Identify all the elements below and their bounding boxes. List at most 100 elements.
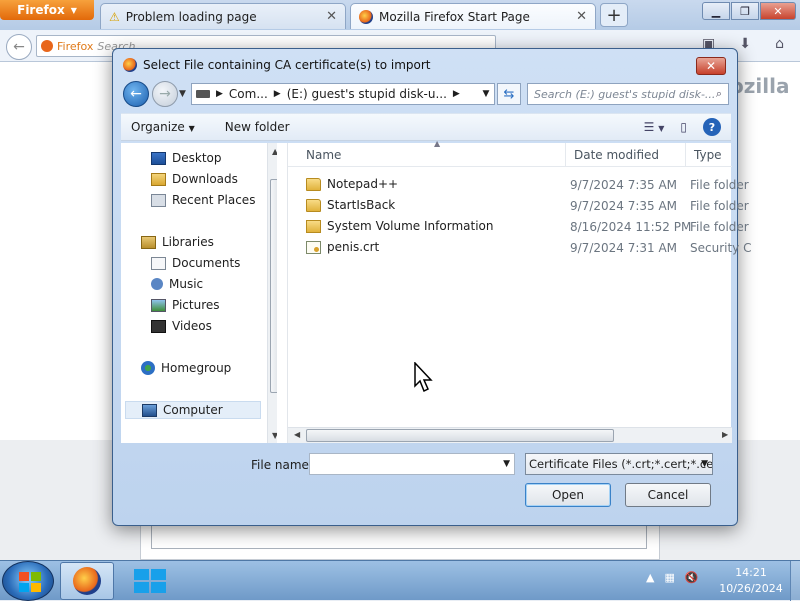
firefox-small-icon [41, 40, 53, 52]
pictures-icon [151, 298, 166, 312]
network-icon[interactable]: ▦ [664, 571, 674, 584]
nav-item-downloads[interactable]: Downloads [151, 170, 238, 188]
address-bar[interactable]: ▶ Com... ▶ (E:) guest's stupid disk-u...… [191, 83, 495, 105]
videos-icon [151, 319, 166, 333]
close-tab-icon[interactable]: ✕ [326, 9, 337, 24]
dialog-body: Desktop Downloads Recent Places Librarie… [121, 139, 751, 443]
firefox-icon [359, 9, 373, 24]
file-row[interactable]: penis.crt 9/7/2024 7:31 AM Security C [298, 238, 751, 258]
arrow-right-icon: → [159, 86, 171, 102]
volume-muted-icon[interactable]: 🔇 [685, 571, 699, 584]
column-header-type[interactable]: Type [686, 143, 746, 167]
nav-item-recent-places[interactable]: Recent Places [151, 191, 255, 209]
breadcrumb-drive[interactable]: (E:) guest's stupid disk-u... [287, 87, 447, 101]
breadcrumb-separator-icon: ▶ [273, 89, 281, 99]
column-header-name[interactable]: Name ▲ [298, 139, 566, 167]
chevron-down-icon: ▼ [70, 5, 77, 15]
file-row[interactable]: System Volume Information 8/16/2024 11:5… [298, 217, 749, 237]
mozilla-logo: ozilla [730, 74, 790, 98]
mouse-cursor-icon [414, 362, 433, 393]
navigation-pane: Desktop Downloads Recent Places Librarie… [121, 143, 277, 443]
chevron-down-icon[interactable]: ▼ [503, 459, 510, 469]
dialog-back-button[interactable]: ← [123, 81, 149, 107]
nav-item-documents[interactable]: Documents [151, 254, 240, 272]
new-tab-button[interactable]: + [600, 3, 628, 27]
nav-label: Desktop [172, 151, 222, 165]
tab-problem-loading[interactable]: ⚠ Problem loading page ✕ [100, 3, 346, 29]
nav-item-homegroup[interactable]: Homegroup [141, 359, 231, 377]
horizontal-scrollbar-thumb[interactable] [306, 429, 614, 442]
file-type-select[interactable]: Certificate Files (*.crt;*.cert;*.ce ▼ [525, 453, 713, 475]
refresh-button[interactable]: ⇆ [497, 83, 521, 105]
nav-item-videos[interactable]: Videos [151, 317, 212, 335]
search-input[interactable]: Search (E:) guest's stupid disk-... ⌕ [527, 83, 729, 105]
horizontal-scrollbar[interactable]: ◀ ▶ [288, 427, 732, 443]
locked-folder-icon [306, 219, 321, 233]
close-tab-icon[interactable]: ✕ [576, 9, 587, 24]
cancel-button[interactable]: Cancel [625, 483, 711, 507]
nav-item-computer[interactable]: Computer [125, 401, 261, 419]
dialog-toolbar: Organize ▼ New folder ☰ ▼ ▯ ? [121, 113, 731, 141]
tray-expand-icon[interactable]: ▲ [646, 571, 654, 584]
new-folder-button[interactable]: New folder [225, 120, 290, 134]
file-name: System Volume Information [327, 219, 494, 233]
nav-item-desktop[interactable]: Desktop [151, 149, 222, 167]
nav-scrollbar-thumb[interactable] [270, 179, 277, 393]
nav-item-music[interactable]: Music [151, 275, 203, 293]
firefox-menu-button[interactable]: Firefox ▼ [0, 0, 94, 20]
scroll-up-icon[interactable]: ▲ [272, 147, 277, 156]
open-button[interactable]: Open [525, 483, 611, 507]
dialog-forward-button[interactable]: → [152, 81, 178, 107]
nav-label: Downloads [172, 172, 238, 186]
close-icon: ✕ [705, 59, 717, 73]
maximize-button[interactable]: ❐ [731, 2, 759, 20]
search-icon: ⌕ [715, 87, 722, 100]
tab-start-page[interactable]: Mozilla Firefox Start Page ✕ [350, 3, 596, 29]
filename-input[interactable]: ▼ [309, 453, 515, 475]
tab-title: Problem loading page [125, 9, 257, 24]
close-window-button[interactable]: ✕ [760, 2, 796, 20]
recent-locations-dropdown[interactable]: ▼ [179, 89, 186, 99]
homegroup-icon [141, 361, 155, 375]
computer-icon [142, 403, 157, 417]
taskbar-clock[interactable]: 14:21 10/26/2024 [716, 565, 786, 597]
file-row[interactable]: Notepad++ 9/7/2024 7:35 AM File folder [298, 175, 749, 195]
arrow-left-icon: ← [130, 86, 142, 102]
dialog-close-button[interactable]: ✕ [696, 57, 726, 75]
column-header-date[interactable]: Date modified [566, 143, 686, 167]
breadcrumb-computer[interactable]: Com... [229, 87, 268, 101]
scroll-right-icon[interactable]: ▶ [722, 430, 728, 439]
show-desktop-button[interactable] [790, 561, 800, 601]
home-icon[interactable]: ⌂ [775, 36, 784, 56]
minimize-button[interactable]: ▁ [702, 2, 730, 20]
file-type: File folder [690, 178, 749, 192]
folder-icon [306, 177, 321, 191]
taskbar-firefox-button[interactable] [60, 562, 114, 600]
nav-label: Music [169, 277, 204, 291]
clock-date: 10/26/2024 [719, 582, 783, 595]
nav-label: Documents [172, 256, 241, 270]
organize-button[interactable]: Organize ▼ [131, 120, 195, 134]
help-icon[interactable]: ? [703, 118, 721, 136]
file-row[interactable]: StartIsBack 9/7/2024 7:35 AM File folder [298, 196, 749, 216]
preview-pane-icon[interactable]: ▯ [680, 120, 687, 134]
nav-item-pictures[interactable]: Pictures [151, 296, 220, 314]
nav-item-libraries[interactable]: Libraries [141, 233, 214, 251]
back-button[interactable]: ← [6, 34, 32, 60]
warning-icon: ⚠ [109, 9, 120, 24]
chevron-down-icon[interactable]: ▼ [478, 89, 494, 99]
scroll-left-icon[interactable]: ◀ [294, 430, 300, 439]
breadcrumb-separator-icon: ▶ [216, 89, 223, 99]
scroll-down-icon[interactable]: ▼ [272, 431, 277, 440]
nav-label: Computer [163, 403, 223, 417]
restore-icon: ❐ [740, 4, 750, 18]
view-options-button[interactable]: ☰ ▼ [644, 120, 665, 134]
sort-ascending-icon: ▲ [434, 139, 441, 148]
breadcrumb-separator-icon: ▶ [452, 89, 460, 99]
taskbar-windows-tiles-icon[interactable] [134, 569, 166, 593]
start-button[interactable] [2, 561, 54, 601]
chevron-down-icon: ▼ [701, 459, 708, 469]
nav-scrollbar[interactable]: ▲ ▼ [267, 143, 277, 443]
download-icon[interactable]: ⬇ [739, 36, 751, 56]
column-label: Name [306, 148, 342, 162]
